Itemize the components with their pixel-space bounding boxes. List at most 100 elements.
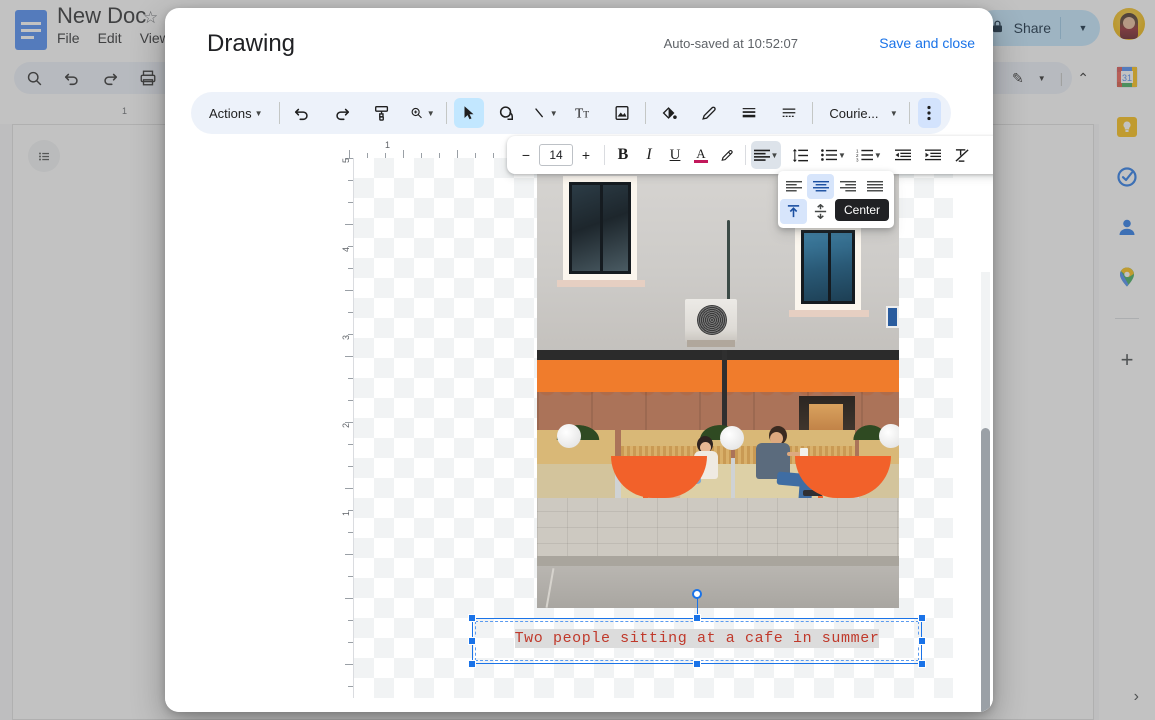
text-box-content[interactable]: Two people sitting at a cafe in summer [472,629,922,648]
decrease-indent-icon[interactable] [890,141,916,169]
drawing-dialog[interactable]: Drawing Auto-saved at 10:52:07 Save and … [165,8,993,712]
star-icon[interactable]: ☆ [143,8,158,28]
divider [811,102,813,124]
border-color-button[interactable] [694,98,724,128]
align-middle-icon[interactable] [807,199,834,224]
border-dash-button[interactable] [774,98,804,128]
more-options-button[interactable] [917,98,942,128]
calendar-icon[interactable]: 31 [1116,66,1138,88]
chevron-down-icon[interactable]: ▼ [1038,74,1046,83]
increase-font-size-button[interactable]: + [573,141,599,169]
chevron-down-icon[interactable]: ▼ [550,109,558,118]
cafe-photo[interactable] [537,168,899,608]
editing-mode-icon[interactable]: ✎ [1012,70,1024,87]
align-right-icon[interactable] [834,174,861,199]
share-button[interactable]: Share ▼ [975,10,1100,46]
redo-icon[interactable] [100,68,120,88]
bold-button[interactable]: B [610,141,636,169]
font-size-input[interactable]: 14 [539,144,573,166]
svg-text:3: 3 [856,157,859,162]
drawing-canvas[interactable] [353,158,953,698]
docs-menu-bar[interactable]: File Edit View [57,30,170,46]
divider [445,102,447,124]
align-justify-icon[interactable] [861,174,888,199]
search-icon[interactable] [24,68,44,88]
selected-text: Two people sitting at a cafe in summer [514,629,880,648]
actions-menu-button[interactable]: Actions ▼ [201,106,271,121]
underline-button[interactable]: U [662,141,688,169]
align-center-icon[interactable] [807,174,834,199]
resize-handle-nw[interactable] [468,614,476,622]
align-dropdown-menu[interactable]: Center [778,171,894,228]
ruler-number: 5 [341,158,351,164]
menu-item-edit[interactable]: Edit [98,30,122,46]
increase-indent-icon[interactable] [920,141,946,169]
chevron-down-icon: ▼ [254,108,263,118]
align-left-icon[interactable] [780,174,807,199]
clear-formatting-icon[interactable] [950,141,976,169]
bulleted-list-icon[interactable]: ▼ [819,141,848,169]
document-outline-button[interactable] [28,140,60,172]
paint-format-icon[interactable] [367,98,397,128]
undo-icon[interactable] [287,98,317,128]
chevron-down-icon[interactable]: ▼ [427,109,435,118]
document-title[interactable]: New Doc [57,3,146,29]
fill-color-button[interactable] [654,98,684,128]
canvas-vertical-ruler[interactable]: 5 4 3 2 1 [335,158,353,698]
chevron-down-icon[interactable]: ▼ [1070,23,1096,33]
undo-icon[interactable] [62,68,82,88]
align-button[interactable]: ▼ [751,141,781,169]
ruler-number: 1 [341,511,351,517]
chevron-down-icon[interactable]: ▼ [874,151,882,160]
contacts-icon[interactable] [1116,216,1138,238]
resize-handle-sw[interactable] [468,660,476,668]
zoom-icon[interactable]: ▼ [407,98,437,128]
divider [1060,17,1061,39]
chevron-down-icon[interactable]: ▼ [771,151,779,160]
drawing-toolbar[interactable]: Actions ▼ ▼ ▼ TT Courie... ▼ [191,92,951,134]
resize-handle-se[interactable] [918,660,926,668]
save-and-close-button[interactable]: Save and close [879,35,975,51]
text-format-toolbar[interactable]: − 14 + B I U A ▼ ▼ 123 ▼ [507,136,993,174]
shape-tool-button[interactable] [492,98,522,128]
align-tooltip: Center [835,199,890,221]
image-tool-button[interactable] [607,98,637,128]
text-color-letter: A [696,146,706,161]
redo-icon[interactable] [327,98,357,128]
scrollbar-thumb[interactable] [981,428,990,712]
avatar[interactable] [1113,8,1145,40]
font-name-selector[interactable]: Courie... ▼ [820,98,900,128]
docs-toolbar-right[interactable]: ✎ ▼ | ⌃ [1012,62,1089,94]
resize-handle-n[interactable] [693,614,701,622]
dialog-header: Drawing Auto-saved at 10:52:07 Save and … [165,8,993,80]
horizontal-align-row [780,174,892,199]
maps-icon[interactable] [1116,266,1138,288]
menu-item-file[interactable]: File [57,30,80,46]
print-icon[interactable] [138,68,158,88]
ruler-number: 1 [385,140,391,150]
text-box-tool-button[interactable]: TT [569,98,599,128]
italic-button[interactable]: I [636,141,662,169]
share-label: Share [1013,20,1051,36]
numbered-list-icon[interactable]: 123 ▼ [854,141,884,169]
line-spacing-icon[interactable] [787,141,813,169]
text-box-selection[interactable]: Two people sitting at a cafe in summer [468,589,926,668]
text-color-button[interactable]: A [688,141,714,169]
decrease-font-size-button[interactable]: − [513,141,539,169]
resize-handle-s[interactable] [693,660,701,668]
collapse-toolbar-icon[interactable]: ⌃ [1077,70,1089,87]
side-panel[interactable]: 31 + › [1099,52,1155,720]
expand-panel-icon[interactable]: › [1134,688,1139,706]
tasks-icon[interactable] [1116,166,1138,188]
docs-logo-icon[interactable] [14,8,48,52]
rotate-handle[interactable] [692,589,702,599]
resize-handle-ne[interactable] [918,614,926,622]
line-tool-button[interactable]: ▼ [530,98,560,128]
chevron-down-icon[interactable]: ▼ [838,151,846,160]
align-top-icon[interactable] [780,199,807,224]
highlight-color-icon[interactable] [714,141,740,169]
add-app-icon[interactable]: + [1121,349,1134,371]
select-tool-button[interactable] [454,98,485,128]
border-weight-button[interactable] [734,98,764,128]
keep-icon[interactable] [1116,116,1138,138]
